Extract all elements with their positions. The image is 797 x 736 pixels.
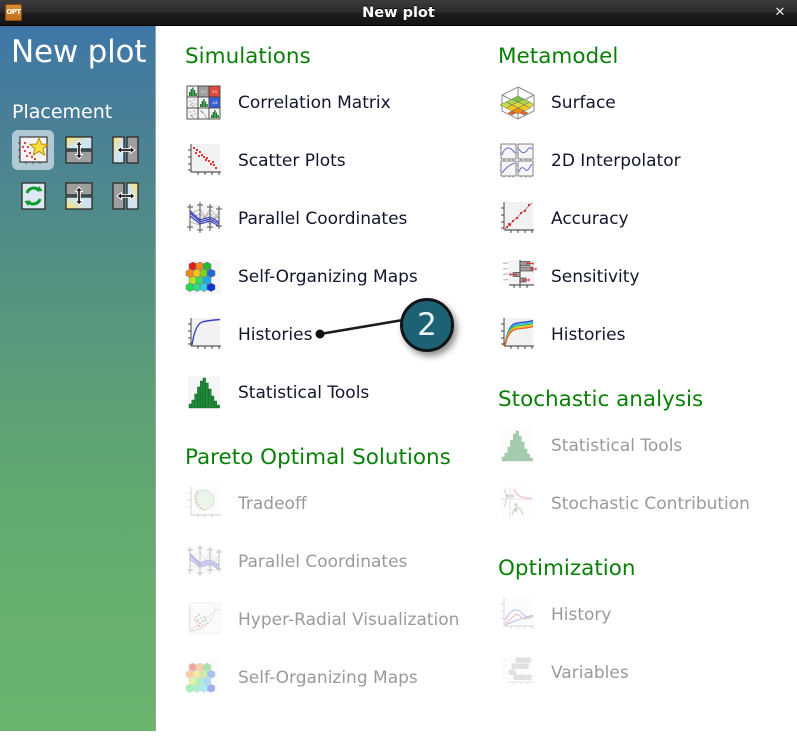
- sensitivity-icon: var1 var2 var3 var4: [503, 260, 537, 288]
- plot-item-label: Sensitivity: [551, 266, 640, 287]
- statistical-tools-icon: [188, 376, 220, 409]
- plot-item-label: Stochastic Contribution: [551, 493, 750, 514]
- window-title: New plot: [362, 5, 435, 21]
- plot-item-optimization-variables: var1 var2 var3 var4 Variables: [498, 652, 629, 694]
- correlation-matrix-icon: 0.2 0.9 -0.8: [186, 85, 221, 120]
- placement-split-left-button[interactable]: [105, 130, 147, 170]
- svg-text:0.9: 0.9: [212, 90, 217, 94]
- plot-item-sensitivity[interactable]: var1 var2 var3 var4 Sensitivity: [498, 256, 640, 298]
- plot-item-self-organizing-maps[interactable]: Self-Organizing Maps: [185, 256, 418, 298]
- histories-multi-icon: [501, 318, 534, 349]
- plot-item-label: Parallel Coordinates: [238, 551, 408, 572]
- plot-item-2d-interpolator[interactable]: 2D Interpolator: [498, 140, 681, 182]
- plot-item-tradeoff: Tradeoff: [185, 483, 307, 525]
- stochastic-contribution-icon: [501, 487, 533, 519]
- new-plot-window: OPT New plot ✕ New plot Placement Simula…: [0, 0, 797, 736]
- plot-item-hyper-radial-visualization: Hyper-Radial Visualization: [185, 599, 459, 641]
- split-vertical-right-icon: [112, 182, 139, 210]
- placement-new-window-button[interactable]: [12, 130, 54, 170]
- plot-item-label: Histories: [551, 324, 626, 345]
- plot-item-label: Hyper-Radial Visualization: [238, 609, 460, 630]
- plot-item-label: Surface: [551, 92, 616, 113]
- placement-split-right-button[interactable]: [105, 176, 147, 216]
- parallel-coordinates-icon: [187, 545, 222, 576]
- plot-item-label: History: [551, 604, 612, 625]
- tradeoff-icon: [188, 487, 221, 518]
- placement-split-top-button[interactable]: [58, 130, 100, 170]
- plot-item-stochastic-contribution: Stochastic Contribution: [498, 483, 750, 525]
- section-header-stochastic-analysis: Stochastic analysis: [498, 387, 704, 412]
- split-horizontal-bottom-icon: [65, 182, 93, 210]
- plot-item-parallel-coordinates[interactable]: Parallel Coordinates: [185, 198, 407, 240]
- histories-icon: [188, 318, 221, 349]
- plot-item-label: Self-Organizing Maps: [238, 266, 418, 287]
- split-horizontal-top-icon: [65, 136, 93, 164]
- plot-item-label: Variables: [551, 662, 629, 683]
- statistical-tools-icon: [501, 429, 533, 462]
- interpolator-2d-icon: [499, 143, 534, 178]
- sidebar-title: New plot: [11, 34, 147, 70]
- hyper-radial-visualization-icon: [188, 602, 221, 634]
- plot-item-label: Accuracy: [551, 208, 629, 229]
- placement-label: Placement: [12, 101, 113, 123]
- svg-text:var4: var4: [503, 278, 509, 282]
- close-icon[interactable]: ✕: [768, 0, 792, 26]
- placement-split-bottom-button[interactable]: [58, 176, 100, 216]
- plot-item-label: Self-Organizing Maps: [238, 667, 418, 688]
- plot-item-pareto-parallel-coordinates: Parallel Coordinates: [185, 541, 407, 583]
- section-header-pareto-optimal-solutions: Pareto Optimal Solutions: [185, 445, 451, 470]
- optimization-history-icon: [501, 598, 534, 629]
- plot-item-correlation-matrix[interactable]: 0.2 0.9 -0.8 Correlation Matrix: [185, 82, 391, 124]
- svg-text:var3: var3: [503, 272, 509, 276]
- plot-item-stochastic-statistical-tools: Statistical Tools: [498, 425, 682, 467]
- plot-item-label: Statistical Tools: [238, 382, 370, 403]
- plot-item-label: Parallel Coordinates: [238, 208, 408, 229]
- plot-item-label: Statistical Tools: [551, 435, 683, 456]
- plot-item-optimization-history: History: [498, 594, 611, 636]
- optimization-variables-icon: var1 var2 var3 var4: [502, 656, 534, 685]
- plot-item-statistical-tools[interactable]: Statistical Tools: [185, 372, 369, 414]
- surface-3d-icon: [499, 86, 535, 120]
- plot-item-pareto-self-organizing-maps: Self-Organizing Maps: [185, 657, 418, 699]
- sidebar: New plot Placement: [0, 26, 156, 731]
- section-header-metamodel: Metamodel: [498, 44, 619, 69]
- plot-item-label: Tradeoff: [238, 493, 307, 514]
- accuracy-icon: [501, 202, 534, 233]
- svg-text:0.2: 0.2: [201, 90, 206, 94]
- new-plot-star-icon: [18, 136, 49, 164]
- svg-text:var2: var2: [503, 267, 509, 271]
- placement-replace-button[interactable]: [12, 176, 54, 216]
- plot-item-label: Histories: [238, 324, 313, 345]
- scatter-plots-icon: [188, 144, 221, 175]
- plot-type-panel: Simulations 0.2 0.9 -0.8 Correlation Mat…: [157, 26, 797, 731]
- self-organizing-maps-icon: [185, 260, 221, 294]
- plot-item-label: Scatter Plots: [238, 150, 346, 171]
- svg-text:var4: var4: [502, 676, 508, 680]
- svg-text:var1: var1: [503, 261, 509, 265]
- section-header-simulations: Simulations: [185, 44, 311, 69]
- plot-item-scatter-plots[interactable]: Scatter Plots: [185, 140, 346, 182]
- self-organizing-maps-icon: [185, 661, 221, 695]
- svg-text:var3: var3: [502, 670, 508, 674]
- plot-item-accuracy[interactable]: Accuracy: [498, 198, 629, 240]
- section-header-optimization: Optimization: [498, 556, 636, 581]
- split-vertical-left-icon: [112, 136, 139, 164]
- parallel-coordinates-icon: [187, 202, 222, 233]
- plot-item-metamodel-histories[interactable]: Histories: [498, 314, 625, 356]
- plot-item-histories[interactable]: Histories: [185, 314, 312, 356]
- title-bar: OPT New plot ✕: [0, 0, 797, 26]
- plot-item-surface[interactable]: Surface: [498, 82, 616, 124]
- svg-text:var1: var1: [502, 658, 508, 662]
- svg-text:-0.8: -0.8: [212, 101, 218, 105]
- refresh-replace-icon: [21, 182, 46, 210]
- svg-text:var2: var2: [502, 664, 508, 668]
- plot-item-label: 2D Interpolator: [551, 150, 681, 171]
- plot-item-label: Correlation Matrix: [238, 92, 391, 113]
